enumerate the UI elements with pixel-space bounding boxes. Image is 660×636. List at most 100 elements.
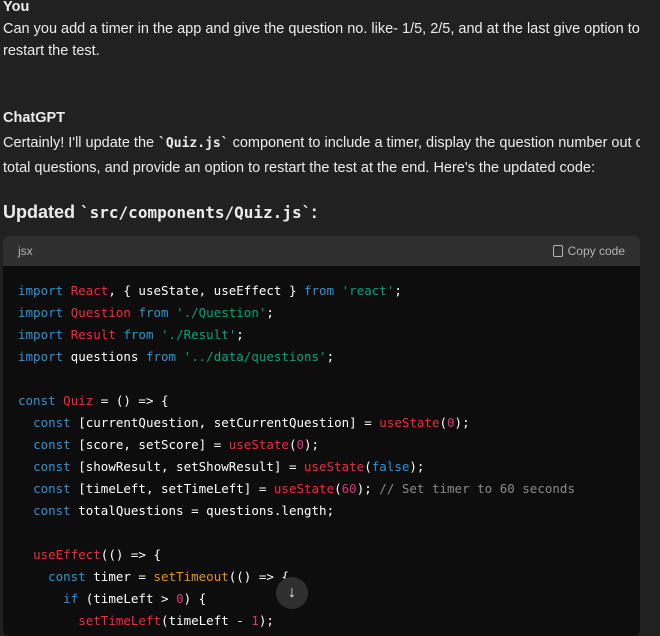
code-line: const timer = setTimeout(() => {: [18, 566, 625, 588]
code-token: from: [304, 283, 335, 298]
code-token: setTimeout: [153, 569, 229, 584]
code-token: (: [288, 437, 297, 452]
copy-code-label: Copy code: [567, 244, 625, 258]
heading-suffix: :: [311, 202, 318, 222]
code-header: jsx Copy code: [3, 236, 640, 266]
code-token: const: [18, 393, 56, 408]
code-block: jsx Copy code import React, { useState, …: [3, 236, 640, 636]
code-token: setTimeLeft: [78, 613, 162, 628]
code-token: const: [48, 569, 86, 584]
code-line: import Question from './Question';: [18, 302, 625, 324]
scrollbar-track[interactable]: [640, 0, 660, 628]
code-token: [timeLeft, setTimeLeft] =: [70, 481, 274, 496]
code-token: [showResult, setShowResult] =: [70, 459, 304, 474]
code-token: from: [145, 349, 177, 364]
code-token: 'react': [341, 283, 395, 298]
code-token: ;: [394, 283, 402, 298]
code-token: const: [33, 437, 71, 452]
code-token: timer =: [85, 569, 154, 584]
code-line: const [showResult, setShowResult] = useS…: [18, 456, 625, 478]
code-token: from: [123, 327, 154, 342]
code-token: if: [63, 591, 79, 606]
code-token: Question: [70, 305, 131, 320]
code-token: Result: [70, 327, 116, 342]
code-line: const [currentQuestion, setCurrentQuesti…: [18, 412, 625, 434]
code-token: totalQuestions = questions.length;: [70, 503, 335, 518]
code-line: if (timeLeft > 0) {: [18, 588, 625, 610]
code-token: useState: [228, 437, 289, 452]
code-token: questions: [63, 349, 146, 364]
code-token: [currentQuestion, setCurrentQuestion] =: [70, 415, 380, 430]
code-token: useEffect: [33, 547, 101, 562]
code-token: from: [138, 305, 169, 320]
code-token: // Set timer to 60 seconds: [379, 481, 575, 496]
section-heading: Updated `src/components/Quiz.js`:: [3, 202, 317, 223]
code-token: );: [356, 481, 380, 496]
code-token: 1: [251, 613, 259, 628]
code-token: 0: [296, 437, 305, 452]
code-token: , { useState, useEffect }: [108, 283, 304, 298]
heading-code: `src/components/Quiz.js`: [80, 203, 312, 222]
code-token: const: [33, 459, 71, 474]
code-token: useState: [273, 481, 335, 496]
code-line: import questions from '../data/questions…: [18, 346, 625, 368]
arrow-down-icon: ↓: [288, 584, 296, 601]
scroll-down-button[interactable]: ↓: [276, 577, 308, 609]
code-token: import: [18, 349, 64, 364]
code-language: jsx: [18, 244, 33, 258]
code-token: useState: [304, 459, 365, 474]
code-token: );: [304, 437, 320, 452]
code-token: const: [33, 503, 71, 518]
code-token: (() => {: [100, 547, 162, 562]
code-token: './Question': [176, 305, 267, 320]
inline-code: `Quiz.js`: [158, 136, 229, 151]
code-token: );: [454, 415, 470, 430]
user-message: Can you add a timer in the app and give …: [3, 21, 640, 59]
code-token: (: [439, 415, 448, 430]
code-token: );: [409, 459, 425, 474]
code-token: 0: [447, 415, 455, 430]
code-token: 0: [176, 591, 184, 606]
code-token: false: [371, 459, 410, 474]
code-token: 60: [341, 481, 357, 496]
code-token: ;: [236, 327, 244, 342]
code-token: useState: [379, 415, 440, 430]
code-line: const totalQuestions = questions.length;: [18, 500, 625, 522]
code-token: import: [18, 305, 64, 320]
code-token: (: [334, 481, 342, 496]
code-line: import React, { useState, useEffect } fr…: [18, 280, 625, 302]
code-line: const Quiz = () => {: [18, 390, 625, 412]
code-line: useEffect(() => {: [18, 544, 625, 566]
code-token: (timeLeft -: [161, 613, 252, 628]
code-line: setTimeLeft(timeLeft - 1);: [18, 610, 625, 632]
copy-code-button[interactable]: Copy code: [552, 244, 625, 258]
code-token: = () => {: [93, 393, 169, 408]
code-token: Quiz: [63, 393, 94, 408]
code-token: React: [70, 283, 109, 298]
code-token: ;: [326, 349, 335, 364]
code-token: ;: [266, 305, 274, 320]
code-token: (: [364, 459, 372, 474]
code-token: import: [18, 283, 64, 298]
code-line: const [score, setScore] = useState(0);: [18, 434, 625, 456]
code-token: import: [18, 327, 64, 342]
user-name: You: [3, 0, 30, 15]
code-token: './Result': [161, 327, 237, 342]
code-token: '../data/questions': [183, 349, 327, 364]
intro-text: Certainly! I'll update the: [3, 135, 159, 151]
